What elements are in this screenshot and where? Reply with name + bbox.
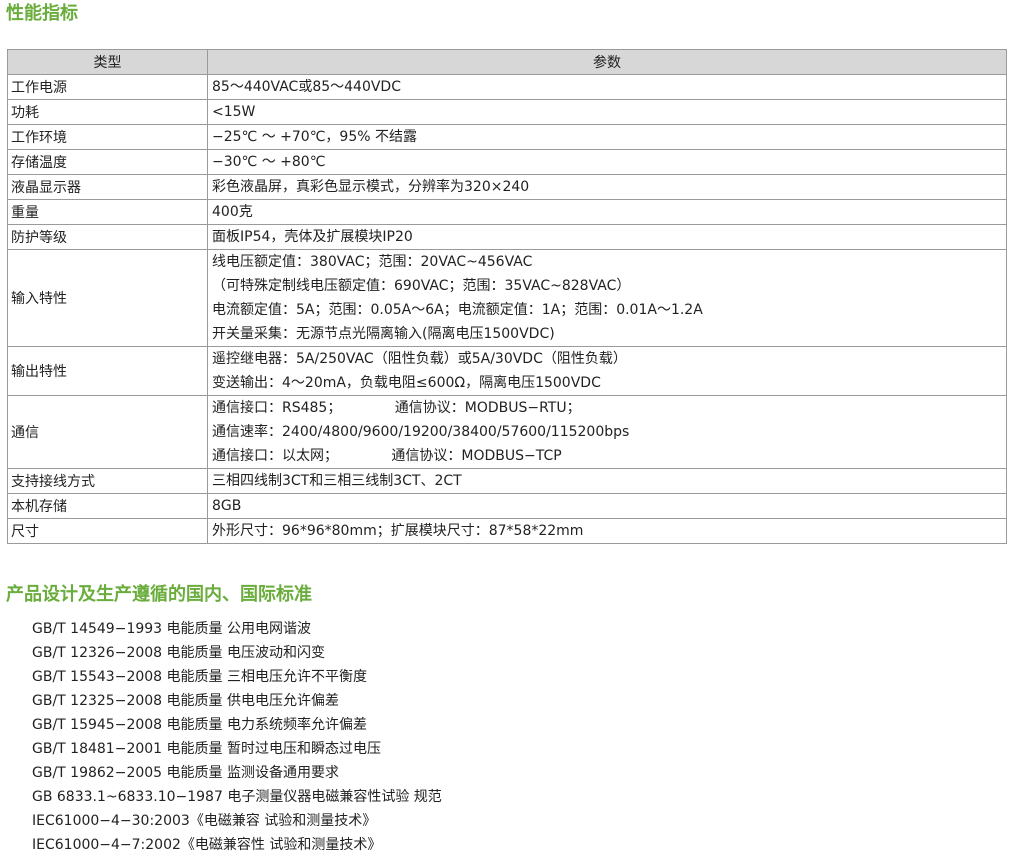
standards-list: GB/T 14549−1993 电能质量 公用电网谐波 GB/T 12326−20… — [32, 617, 442, 857]
standard-item: GB/T 18481−2001 电能质量 暂时过电压和瞬态过电压 — [32, 741, 381, 757]
row-value-cell: −25℃ ～ +70℃，95% 不结露 — [207, 124, 1007, 150]
value-line: 通信接口：以太网； 通信协议：MODBUS−TCP — [212, 448, 562, 464]
row-type-cell: 尺寸 — [7, 518, 208, 544]
value-line: <15W — [212, 104, 256, 120]
value-line: 彩色液晶屏，真彩色显示模式，分辨率为320×240 — [212, 179, 530, 195]
row-value-cell: 85～440VAC或85～440VDC — [207, 74, 1007, 100]
row-value-cell: 外形尺寸：96*96*80mm；扩展模块尺寸：87*58*22mm — [207, 518, 1007, 544]
row-value-cell: 三相四线制3CT和三相三线制3CT、2CT — [207, 468, 1007, 494]
table-row: 尺寸 外形尺寸：96*96*80mm；扩展模块尺寸：87*58*22mm — [7, 518, 1007, 544]
standard-item: GB/T 14549−1993 电能质量 公用电网谐波 — [32, 621, 311, 637]
value-line: 电流额定值：5A；范围：0.05A～6A；电流额定值：1A；范围：0.01A～1… — [212, 302, 703, 318]
standard-item: GB/T 15945−2008 电能质量 电力系统频率允许偏差 — [32, 717, 367, 733]
table-row: 本机存储 8GB — [7, 493, 1007, 519]
row-value-cell: 线电压额定值：380VAC；范围：20VAC~456VAC （可特殊定制线电压额定… — [207, 249, 1007, 347]
row-type-cell: 重量 — [7, 199, 208, 225]
spec-table: 类型 参数 工作电源 85～440VAC或85～440VDC 功耗 <15W 工作环境 −… — [7, 49, 1007, 544]
table-row: 输出特性 遥控继电器：5A/250VAC（阻性负载）或5A/30VDC（阻性负载）… — [7, 346, 1007, 396]
value-line: 三相四线制3CT和三相三线制3CT、2CT — [212, 473, 462, 489]
value-line: （可特殊定制线电压额定值：690VAC；范围：35VAC~828VAC） — [212, 278, 631, 294]
standard-item: GB/T 19862−2005 电能质量 监测设备通用要求 — [32, 765, 339, 781]
table-row: 功耗 <15W — [7, 99, 1007, 125]
row-value-cell: <15W — [207, 99, 1007, 125]
value-line: 变送输出：4～20mA，负载电阻≤600Ω，隔离电压1500VDC — [212, 375, 601, 391]
table-header-row: 类型 参数 — [7, 49, 1007, 75]
value-line: 面板IP54，壳体及扩展模块IP20 — [212, 229, 413, 245]
value-line: 85～440VAC或85～440VDC — [212, 79, 401, 95]
value-line: 开关量采集：无源节点光隔离输入(隔离电压1500VDC) — [212, 326, 555, 342]
row-type-cell: 液晶显示器 — [7, 174, 208, 200]
row-value-cell: 通信接口：RS485； 通信协议：MODBUS−RTU； 通信速率：2400/48… — [207, 395, 1007, 469]
standard-item: GB 6833.1~6833.10−1987 电子测量仪器电磁兼容性试验 规范 — [32, 789, 442, 805]
table-row: 支持接线方式 三相四线制3CT和三相三线制3CT、2CT — [7, 468, 1007, 494]
value-line: −30℃ ～ +80℃ — [212, 154, 326, 170]
header-params: 参数 — [207, 49, 1007, 75]
row-type-cell: 输出特性 — [7, 346, 208, 396]
performance-section-title: 性能指标 — [6, 3, 78, 24]
value-line: 线电压额定值：380VAC；范围：20VAC~456VAC — [212, 254, 533, 270]
row-type-cell: 输入特性 — [7, 249, 208, 347]
row-value-cell: −30℃ ～ +80℃ — [207, 149, 1007, 175]
standard-item: GB/T 12325−2008 电能质量 供电电压允许偏差 — [32, 693, 339, 709]
spec-table-body: 工作电源 85～440VAC或85～440VDC 功耗 <15W 工作环境 −25℃ ～ … — [7, 74, 1007, 544]
value-line: 通信速率：2400/4800/9600/19200/38400/57600/11… — [212, 424, 630, 440]
value-line: 8GB — [212, 498, 242, 514]
row-value-cell: 面板IP54，壳体及扩展模块IP20 — [207, 224, 1007, 250]
table-row: 重量 400克 — [7, 199, 1007, 225]
row-value-cell: 遥控继电器：5A/250VAC（阻性负载）或5A/30VDC（阻性负载） 变送输出… — [207, 346, 1007, 396]
row-type-cell: 本机存储 — [7, 493, 208, 519]
row-type-cell: 通信 — [7, 395, 208, 469]
table-row: 液晶显示器 彩色液晶屏，真彩色显示模式，分辨率为320×240 — [7, 174, 1007, 200]
row-value-cell: 彩色液晶屏，真彩色显示模式，分辨率为320×240 — [207, 174, 1007, 200]
value-line: −25℃ ～ +70℃，95% 不结露 — [212, 129, 418, 145]
standard-item: IEC61000−4−7:2002《电磁兼容性 试验和测量技术》 — [32, 837, 382, 853]
standard-item: IEC61000−4−30:2003《电磁兼容 试验和测量技术》 — [32, 813, 377, 829]
row-type-cell: 工作环境 — [7, 124, 208, 150]
value-line: 通信接口：RS485； 通信协议：MODBUS−RTU； — [212, 400, 581, 416]
row-type-cell: 工作电源 — [7, 74, 208, 100]
table-row: 工作电源 85～440VAC或85～440VDC — [7, 74, 1007, 100]
row-value-cell: 400克 — [207, 199, 1007, 225]
value-line: 外形尺寸：96*96*80mm；扩展模块尺寸：87*58*22mm — [212, 523, 584, 539]
row-value-cell: 8GB — [207, 493, 1007, 519]
table-row: 存储温度 −30℃ ～ +80℃ — [7, 149, 1007, 175]
header-type: 类型 — [7, 49, 208, 75]
row-type-cell: 防护等级 — [7, 224, 208, 250]
standards-section-title: 产品设计及生产遵循的国内、国际标准 — [6, 584, 312, 605]
standard-item: GB/T 12326−2008 电能质量 电压波动和闪变 — [32, 645, 325, 661]
table-row: 防护等级 面板IP54，壳体及扩展模块IP20 — [7, 224, 1007, 250]
table-row: 工作环境 −25℃ ～ +70℃，95% 不结露 — [7, 124, 1007, 150]
row-type-cell: 支持接线方式 — [7, 468, 208, 494]
value-line: 400克 — [212, 204, 253, 220]
value-line: 遥控继电器：5A/250VAC（阻性负载）或5A/30VDC（阻性负载） — [212, 351, 627, 367]
standard-item: GB/T 15543−2008 电能质量 三相电压允许不平衡度 — [32, 669, 367, 685]
row-type-cell: 功耗 — [7, 99, 208, 125]
table-row: 输入特性 线电压额定值：380VAC；范围：20VAC~456VAC （可特殊定制线… — [7, 249, 1007, 347]
row-type-cell: 存储温度 — [7, 149, 208, 175]
table-row: 通信 通信接口：RS485； 通信协议：MODBUS−RTU； 通信速率：2400/… — [7, 395, 1007, 469]
